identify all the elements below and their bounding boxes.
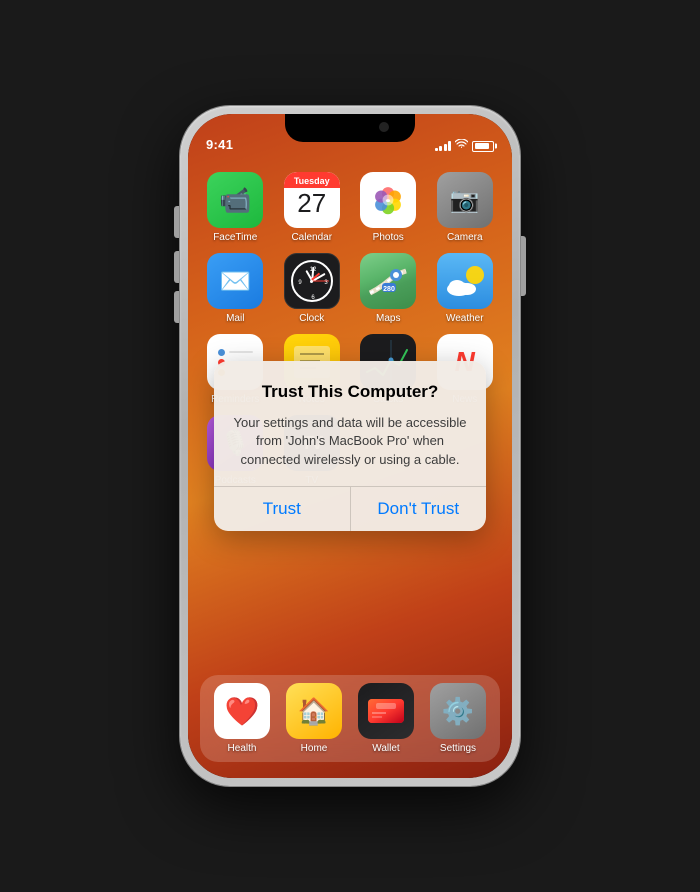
trust-alert: Trust This Computer? Your settings and d… — [214, 361, 486, 530]
alert-overlay: Trust This Computer? Your settings and d… — [188, 114, 512, 778]
phone-screen-container: 9:41 — [188, 114, 512, 778]
alert-message: Your settings and data will be accessibl… — [232, 414, 468, 471]
alert-title: Trust This Computer? — [232, 381, 468, 403]
home-screen: 9:41 — [188, 114, 512, 778]
phone-frame: 9:41 — [180, 106, 520, 786]
trust-button[interactable]: Trust — [214, 487, 351, 531]
alert-content: Trust This Computer? Your settings and d… — [214, 361, 486, 486]
dont-trust-button[interactable]: Don't Trust — [351, 487, 487, 531]
alert-buttons: Trust Don't Trust — [214, 487, 486, 531]
